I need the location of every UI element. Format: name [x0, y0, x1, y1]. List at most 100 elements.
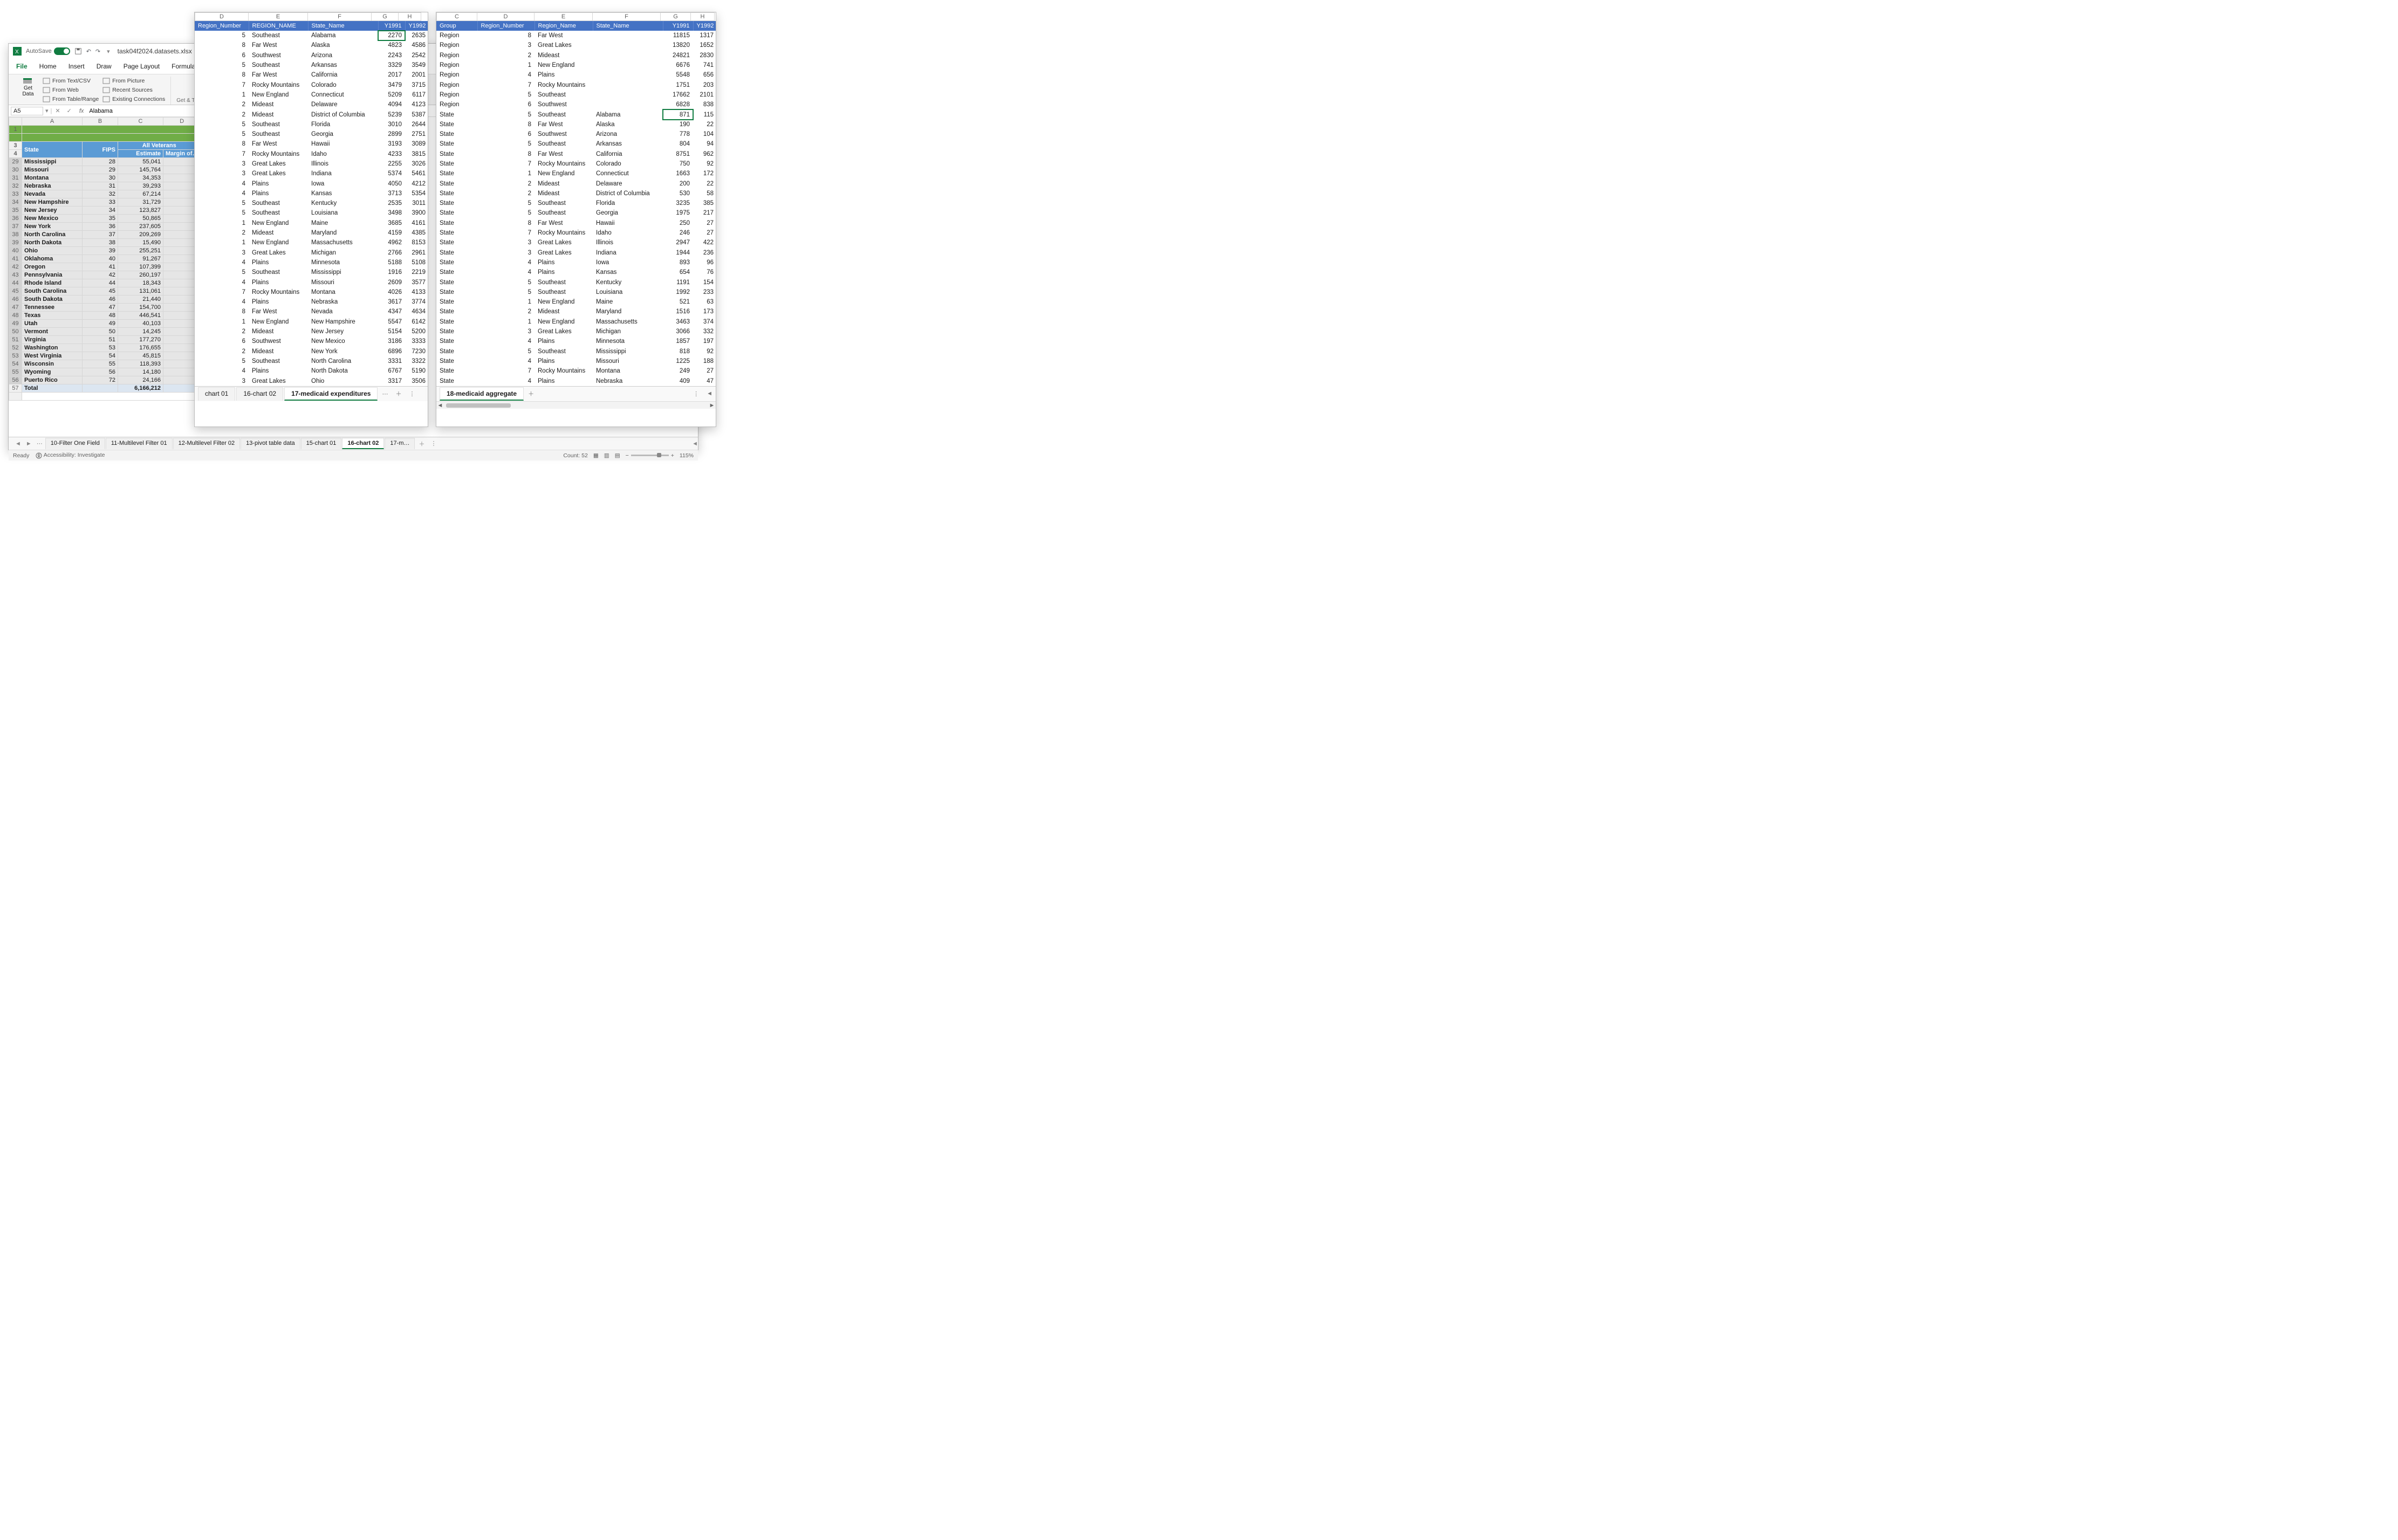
- cell[interactable]: State: [436, 198, 477, 208]
- cell[interactable]: Region: [436, 40, 477, 50]
- cell[interactable]: Puerto Rico: [22, 376, 83, 384]
- row-header[interactable]: 57: [9, 384, 22, 393]
- cell[interactable]: 4: [477, 356, 535, 366]
- cell[interactable]: 332: [693, 327, 716, 336]
- cell[interactable]: State: [436, 139, 477, 149]
- cell[interactable]: 4233: [378, 149, 405, 159]
- cell[interactable]: Far West: [535, 149, 593, 159]
- cell[interactable]: Oklahoma: [22, 255, 83, 263]
- cell[interactable]: 4: [477, 70, 535, 80]
- cell[interactable]: 962: [693, 149, 716, 159]
- cell[interactable]: 5108: [405, 258, 428, 267]
- scroll-right-arrow-icon[interactable]: ►: [708, 402, 716, 409]
- cell[interactable]: Ohio: [308, 376, 378, 386]
- cell[interactable]: 3: [195, 248, 249, 258]
- cell[interactable]: 14,245: [118, 328, 163, 336]
- cell[interactable]: 3506: [405, 376, 428, 386]
- cell[interactable]: 778: [663, 129, 693, 139]
- cell[interactable]: 2: [195, 100, 249, 109]
- cell[interactable]: State: [436, 317, 477, 327]
- cell[interactable]: Mideast: [249, 347, 308, 356]
- cell[interactable]: Southeast: [249, 129, 308, 139]
- cell[interactable]: Ohio: [22, 247, 83, 255]
- cell[interactable]: 40: [83, 255, 118, 263]
- cell[interactable]: 871: [663, 109, 693, 119]
- cell[interactable]: 8: [195, 70, 249, 80]
- cell[interactable]: New England: [249, 238, 308, 248]
- cell[interactable]: 5200: [405, 327, 428, 336]
- cell[interactable]: Nebraska: [593, 376, 663, 386]
- cell[interactable]: Arizona: [593, 129, 663, 139]
- cell[interactable]: Kentucky: [308, 198, 378, 208]
- cell[interactable]: California: [308, 70, 378, 80]
- cell[interactable]: State: [436, 189, 477, 198]
- cell[interactable]: 2: [477, 189, 535, 198]
- cell[interactable]: 190: [663, 120, 693, 129]
- cell[interactable]: Mideast: [249, 100, 308, 109]
- cell[interactable]: Mississippi: [308, 267, 378, 277]
- cell[interactable]: 3: [477, 327, 535, 336]
- cell[interactable]: 233: [693, 287, 716, 297]
- cell[interactable]: 3089: [405, 139, 428, 149]
- cell[interactable]: Maryland: [308, 228, 378, 238]
- cell[interactable]: 4634: [405, 307, 428, 317]
- cell[interactable]: 3235: [663, 198, 693, 208]
- cell[interactable]: 203: [693, 80, 716, 90]
- table-column-header[interactable]: Y1991: [663, 21, 693, 31]
- cell[interactable]: 2270: [378, 31, 405, 40]
- row-header[interactable]: 35: [9, 207, 22, 215]
- row-header[interactable]: 43: [9, 271, 22, 279]
- tab-options-icon[interactable]: ⋮: [428, 440, 439, 447]
- cell[interactable]: Mississippi: [22, 158, 83, 166]
- cell[interactable]: Montana: [593, 366, 663, 376]
- cell[interactable]: 2961: [405, 248, 428, 258]
- cell[interactable]: Nebraska: [22, 182, 83, 190]
- cell[interactable]: 209,269: [118, 231, 163, 239]
- sheet-tab[interactable]: 12-Multilevel Filter 02: [173, 438, 241, 449]
- cell[interactable]: 3193: [378, 139, 405, 149]
- cell[interactable]: Connecticut: [593, 169, 663, 178]
- cell[interactable]: 409: [663, 376, 693, 386]
- cell[interactable]: 131,061: [118, 287, 163, 295]
- row-header[interactable]: 37: [9, 223, 22, 231]
- cell[interactable]: 51: [83, 336, 118, 344]
- view-pagebreak-icon[interactable]: ▤: [615, 452, 620, 459]
- cell[interactable]: New England: [249, 218, 308, 228]
- cell[interactable]: 5: [477, 208, 535, 218]
- cell[interactable]: 1663: [663, 169, 693, 178]
- cell[interactable]: 2101: [693, 90, 716, 100]
- cell[interactable]: Southeast: [249, 198, 308, 208]
- cell[interactable]: 3713: [378, 189, 405, 198]
- column-headers[interactable]: DEFGH: [195, 12, 428, 21]
- cell[interactable]: District of Columbia: [308, 109, 378, 119]
- cell[interactable]: 49: [83, 320, 118, 328]
- cell[interactable]: 2219: [405, 267, 428, 277]
- ribbon-cmd[interactable]: From Web: [42, 86, 99, 94]
- cell[interactable]: 4: [477, 336, 535, 346]
- cell[interactable]: State: [436, 327, 477, 336]
- cell[interactable]: Maine: [593, 297, 663, 307]
- cell[interactable]: State: [436, 248, 477, 258]
- cell[interactable]: Great Lakes: [535, 248, 593, 258]
- cell[interactable]: California: [593, 149, 663, 159]
- row-header[interactable]: 46: [9, 295, 22, 304]
- cell[interactable]: 39,293: [118, 182, 163, 190]
- cell[interactable]: Southeast: [249, 208, 308, 218]
- cell[interactable]: Delaware: [593, 178, 663, 188]
- cell[interactable]: 5: [195, 208, 249, 218]
- cell[interactable]: Plains: [535, 70, 593, 80]
- cell[interactable]: Southeast: [535, 208, 593, 218]
- cell[interactable]: Nevada: [22, 190, 83, 198]
- worksheet-grid[interactable]: Region_NumberREGION_NAMEState_NameY1991Y…: [195, 21, 428, 386]
- cell[interactable]: 3333: [405, 336, 428, 346]
- row-header[interactable]: 39: [9, 239, 22, 247]
- cell[interactable]: Far West: [249, 70, 308, 80]
- scroll-left-icon[interactable]: ◄: [703, 390, 716, 397]
- cell[interactable]: Plains: [535, 267, 593, 277]
- cell[interactable]: 50,865: [118, 215, 163, 223]
- cell[interactable]: Alabama: [593, 109, 663, 119]
- cell[interactable]: Plains: [249, 178, 308, 188]
- column-headers[interactable]: CDEFGH: [436, 12, 716, 21]
- cell[interactable]: 47: [83, 304, 118, 312]
- sheet-tab[interactable]: 10-Filter One Field: [45, 438, 105, 449]
